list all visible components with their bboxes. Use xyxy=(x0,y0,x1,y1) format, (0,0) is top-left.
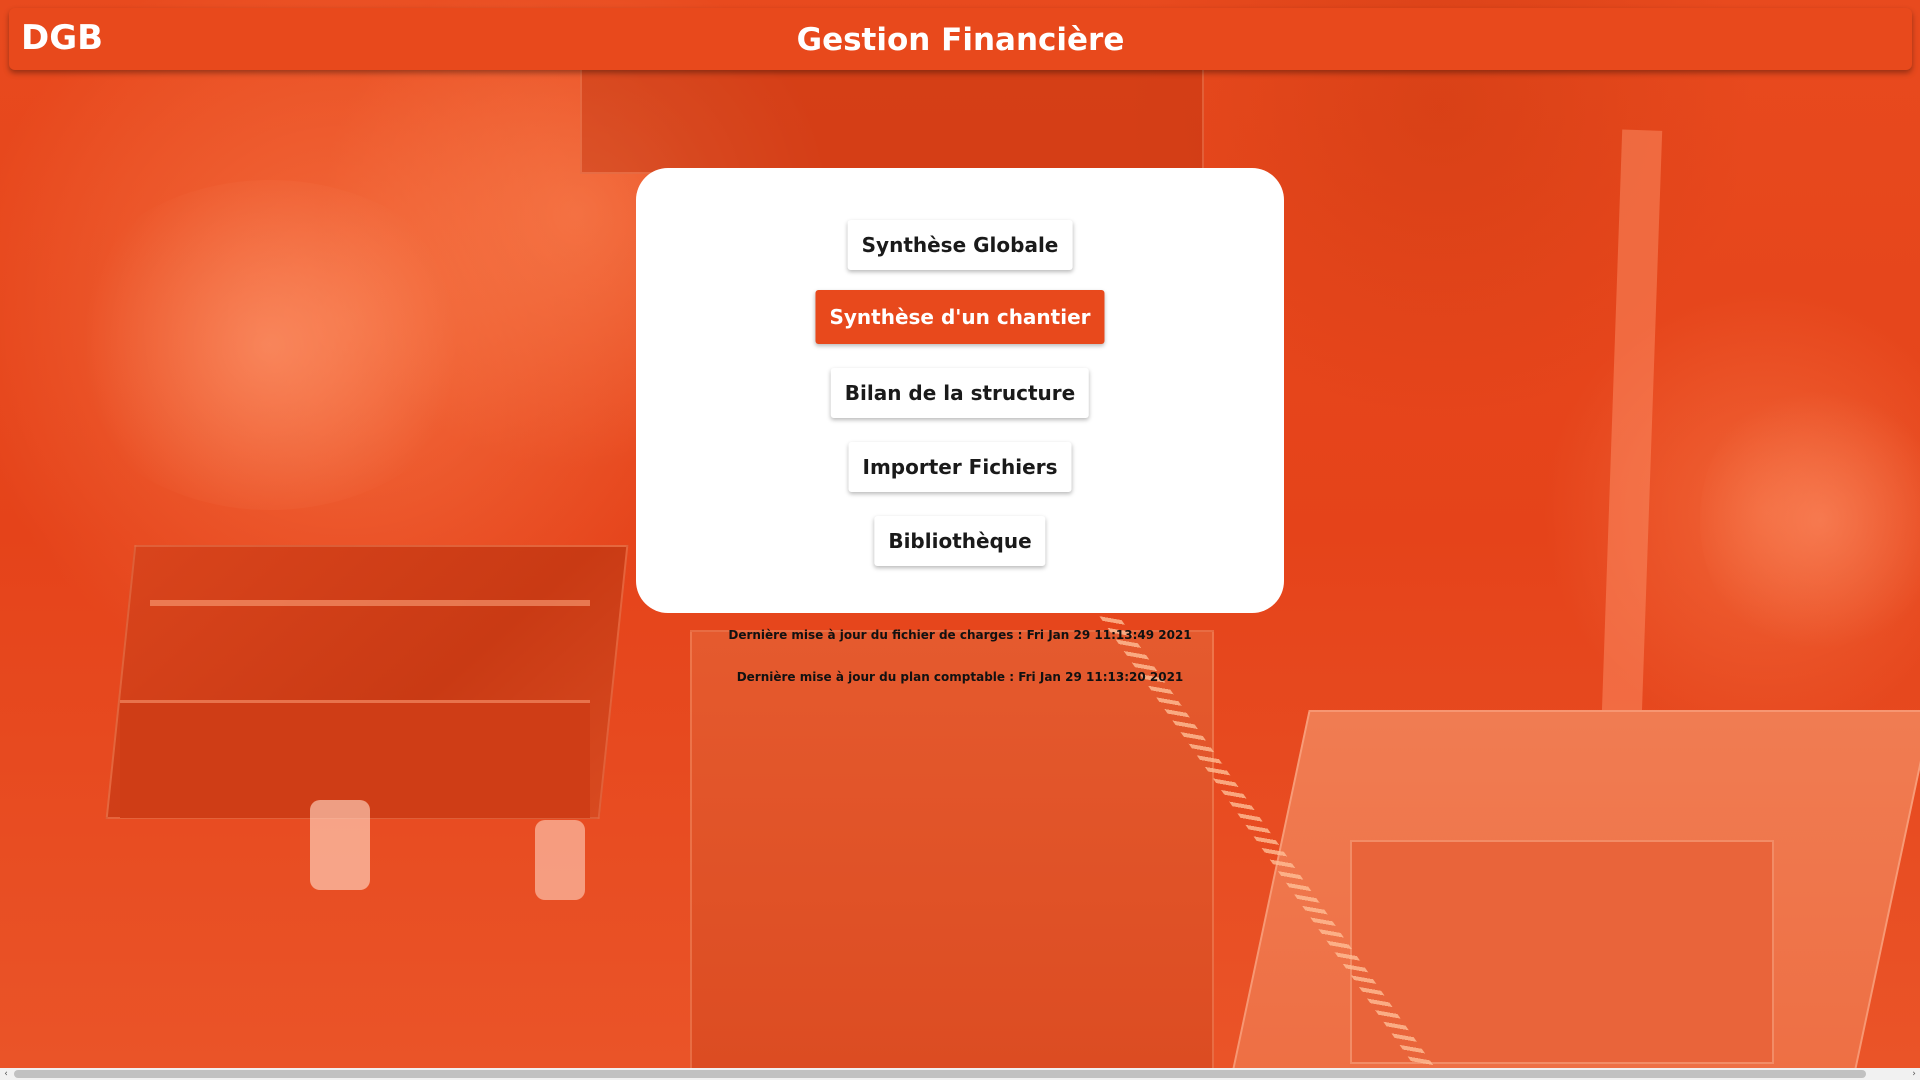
bibliotheque-button[interactable]: Bibliothèque xyxy=(874,516,1046,566)
scrollbar-thumb[interactable] xyxy=(14,1070,1866,1078)
importer-fichiers-button[interactable]: Importer Fichiers xyxy=(848,442,1072,492)
background-car xyxy=(310,800,370,890)
background-tree xyxy=(60,180,480,510)
background-roof-ridge xyxy=(150,600,590,606)
background-tree xyxy=(1700,380,1920,660)
main-menu-card: Synthèse Globale Synthèse d'un chantier … xyxy=(636,168,1284,613)
bilan-structure-button[interactable]: Bilan de la structure xyxy=(830,368,1090,418)
charges-update-text: Dernière mise à jour du fichier de charg… xyxy=(728,628,1192,642)
background-car xyxy=(535,820,585,900)
scroll-right-arrow-icon[interactable]: › xyxy=(1908,1068,1920,1080)
page-title: Gestion Financière xyxy=(796,22,1125,58)
synthese-globale-button[interactable]: Synthèse Globale xyxy=(847,220,1073,270)
background-roof xyxy=(580,60,1204,174)
plan-update-text: Dernière mise à jour du plan comptable :… xyxy=(736,670,1184,684)
top-header-bar: DGB Gestion Financière xyxy=(9,8,1912,70)
background-construction-yard xyxy=(690,630,1214,1068)
background-building xyxy=(1350,840,1774,1064)
horizontal-scrollbar[interactable]: ‹ › xyxy=(0,1068,1920,1080)
synthese-chantier-button[interactable]: Synthèse d'un chantier xyxy=(815,290,1105,344)
scroll-left-arrow-icon[interactable]: ‹ xyxy=(0,1068,12,1080)
